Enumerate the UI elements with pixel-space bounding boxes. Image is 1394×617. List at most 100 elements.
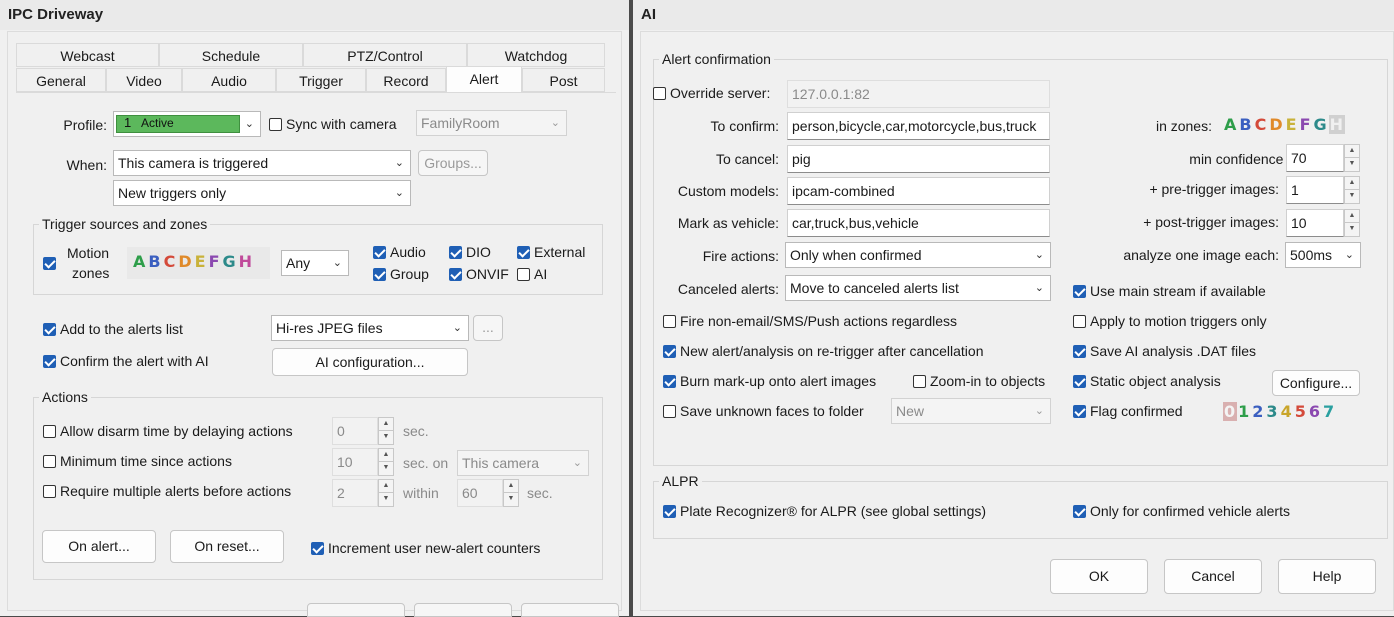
add-to-alerts-checkbox[interactable]: [43, 323, 56, 336]
multiple-alerts-label[interactable]: Require multiple alerts before actions: [60, 483, 291, 499]
confirm-ai-checkbox[interactable]: [43, 355, 56, 368]
configure-button[interactable]: Configure...: [1272, 370, 1360, 396]
min-confidence-input[interactable]: 70: [1286, 144, 1344, 172]
ok-button[interactable]: OK: [1050, 559, 1148, 594]
confirm-ai-label[interactable]: Confirm the alert with AI: [60, 353, 209, 369]
on-alert-button[interactable]: On alert...: [42, 530, 156, 563]
footer-button-2[interactable]: [414, 603, 512, 617]
ai-trigger-checkbox[interactable]: [517, 268, 530, 281]
tab-alert[interactable]: Alert: [446, 66, 522, 92]
static-analysis-checkbox[interactable]: [1073, 375, 1086, 388]
zone-mode-select[interactable]: Any ⌄: [281, 250, 349, 276]
flag-confirmed-checkbox[interactable]: [1073, 405, 1086, 418]
only-confirmed-vehicle-checkbox[interactable]: [1073, 505, 1086, 518]
group-checkbox[interactable]: [373, 268, 386, 281]
fire-non-email-checkbox[interactable]: [663, 315, 676, 328]
new-alert-checkbox[interactable]: [663, 345, 676, 358]
spin-up-icon: ▲: [1345, 177, 1359, 190]
dio-label[interactable]: DIO: [466, 244, 491, 260]
tab-trigger[interactable]: Trigger: [276, 68, 366, 92]
burn-markup-checkbox[interactable]: [663, 375, 676, 388]
onvif-label[interactable]: ONVIF: [466, 266, 509, 282]
tab-webcast[interactable]: Webcast: [16, 43, 159, 67]
mark-vehicle-input[interactable]: car,truck,bus,vehicle: [787, 209, 1050, 237]
audio-checkbox[interactable]: [373, 246, 386, 259]
footer-button-1[interactable]: [307, 603, 405, 617]
pre-trigger-input[interactable]: 1: [1286, 176, 1344, 204]
external-checkbox[interactable]: [517, 246, 530, 259]
pre-trigger-spinner[interactable]: ▲ ▼: [1344, 176, 1360, 204]
on-reset-button[interactable]: On reset...: [170, 530, 284, 563]
apply-motion-checkbox[interactable]: [1073, 315, 1086, 328]
override-server-checkbox[interactable]: [653, 87, 666, 100]
override-server-label[interactable]: Override server:: [670, 85, 770, 101]
canceled-alerts-select[interactable]: Move to canceled alerts list ⌄: [785, 275, 1051, 301]
sync-label[interactable]: Sync with camera: [286, 116, 396, 132]
flag-digits-display[interactable]: 01234567: [1222, 400, 1362, 426]
static-analysis-label[interactable]: Static object analysis: [1090, 373, 1221, 389]
motion-zones-display[interactable]: ABCDEFGH: [127, 247, 270, 279]
custom-models-input[interactable]: ipcam-combined: [787, 177, 1050, 205]
alert-file-type-select[interactable]: Hi-res JPEG files ⌄: [271, 315, 469, 341]
group-label[interactable]: Group: [390, 266, 429, 282]
use-main-stream-checkbox[interactable]: [1073, 285, 1086, 298]
flag-confirmed-label[interactable]: Flag confirmed: [1090, 403, 1183, 419]
fire-actions-select[interactable]: Only when confirmed ⌄: [785, 242, 1051, 268]
burn-markup-label[interactable]: Burn mark-up onto alert images: [680, 373, 876, 389]
min-time-label[interactable]: Minimum time since actions: [60, 453, 232, 469]
help-button[interactable]: Help: [1278, 559, 1376, 594]
post-trigger-spinner[interactable]: ▲ ▼: [1344, 209, 1360, 237]
increment-counters-label[interactable]: Increment user new-alert counters: [328, 540, 540, 556]
disarm-label[interactable]: Allow disarm time by delaying actions: [60, 423, 293, 439]
to-cancel-input[interactable]: pig: [787, 145, 1050, 173]
ai-configuration-button[interactable]: AI configuration...: [272, 348, 468, 376]
when-select[interactable]: This camera is triggered ⌄: [113, 150, 411, 176]
min-time-checkbox[interactable]: [43, 455, 56, 468]
zone-g: G: [222, 252, 237, 271]
increment-counters-checkbox[interactable]: [311, 542, 324, 555]
zoom-in-label[interactable]: Zoom-in to objects: [930, 373, 1045, 389]
save-dat-checkbox[interactable]: [1073, 345, 1086, 358]
cancel-button[interactable]: Cancel: [1164, 559, 1262, 594]
profile-select[interactable]: 1 Active ⌄: [113, 111, 261, 137]
plate-recognizer-label[interactable]: Plate Recognizer® for ALPR (see global s…: [680, 503, 986, 519]
audio-label[interactable]: Audio: [390, 244, 426, 260]
plate-recognizer-checkbox[interactable]: [663, 505, 676, 518]
onvif-checkbox[interactable]: [449, 268, 462, 281]
save-faces-label[interactable]: Save unknown faces to folder: [680, 403, 864, 419]
fire-actions-value: Only when confirmed: [790, 247, 922, 263]
tab-video[interactable]: Video: [106, 68, 182, 92]
save-dat-label[interactable]: Save AI analysis .DAT files: [1090, 343, 1256, 359]
tab-post[interactable]: Post: [522, 68, 605, 92]
tab-record[interactable]: Record: [366, 68, 446, 92]
tab-schedule[interactable]: Schedule: [159, 43, 303, 67]
ai-trigger-label[interactable]: AI: [534, 266, 547, 282]
tab-ptz-control[interactable]: PTZ/Control: [303, 43, 467, 67]
trigger-mode-select[interactable]: New triggers only ⌄: [113, 180, 411, 206]
flag-7: 7: [1322, 402, 1336, 421]
zone-h: H: [1328, 115, 1346, 134]
only-confirmed-vehicle-label[interactable]: Only for confirmed vehicle alerts: [1090, 503, 1290, 519]
multiple-alerts-checkbox[interactable]: [43, 485, 56, 498]
ai-zones-display[interactable]: ABCDEFGH: [1222, 112, 1360, 138]
motion-zones-checkbox[interactable]: [43, 257, 56, 270]
dio-checkbox[interactable]: [449, 246, 462, 259]
new-alert-label[interactable]: New alert/analysis on re-trigger after c…: [680, 343, 983, 359]
sync-checkbox[interactable]: [269, 118, 282, 131]
disarm-checkbox[interactable]: [43, 425, 56, 438]
apply-motion-label[interactable]: Apply to motion triggers only: [1090, 313, 1267, 329]
fire-non-email-label[interactable]: Fire non-email/SMS/Push actions regardle…: [680, 313, 957, 329]
external-label[interactable]: External: [534, 244, 585, 260]
use-main-stream-label[interactable]: Use main stream if available: [1090, 283, 1266, 299]
tab-watchdog[interactable]: Watchdog: [467, 43, 605, 67]
add-to-alerts-label[interactable]: Add to the alerts list: [60, 321, 183, 337]
to-confirm-input[interactable]: person,bicycle,car,motorcycle,bus,truck: [787, 112, 1050, 140]
post-trigger-input[interactable]: 10: [1286, 209, 1344, 237]
analyze-interval-select[interactable]: 500ms ⌄: [1285, 242, 1361, 268]
tab-general[interactable]: General: [16, 68, 106, 92]
tab-audio[interactable]: Audio: [182, 68, 276, 92]
min-confidence-spinner[interactable]: ▲ ▼: [1344, 144, 1360, 172]
footer-button-3[interactable]: [521, 603, 619, 617]
save-faces-checkbox[interactable]: [663, 405, 676, 418]
zoom-in-checkbox[interactable]: [913, 375, 926, 388]
